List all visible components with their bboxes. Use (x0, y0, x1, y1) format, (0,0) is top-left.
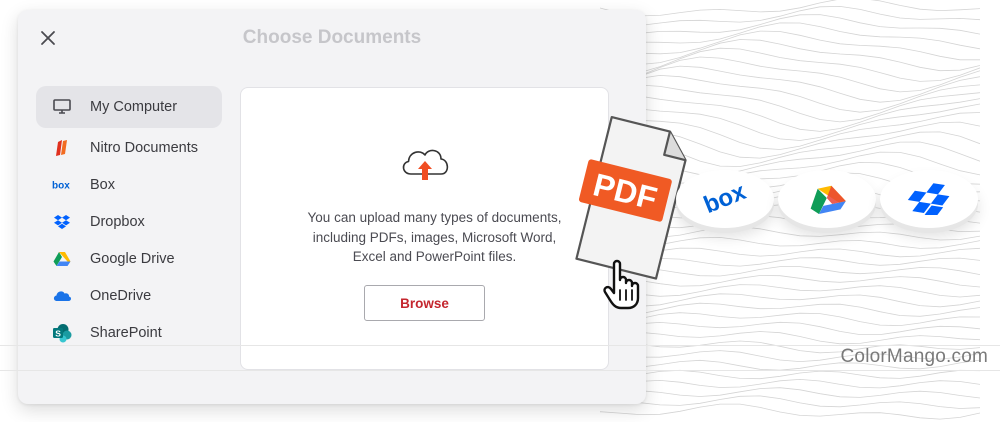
watermark-text: ColorMango.com (840, 346, 988, 367)
google-drive-service-coin (778, 170, 876, 228)
wave-line (600, 14, 980, 37)
wave-line (600, 56, 980, 93)
sidebar-item-label: Box (90, 176, 115, 193)
sidebar-item-box[interactable]: box Box (36, 166, 222, 203)
box-service-coin: box (676, 170, 774, 228)
dropbox-icon (907, 183, 950, 215)
wave-line (600, 39, 980, 72)
wave-line (600, 331, 980, 345)
box-logo-icon: box (52, 175, 72, 195)
box-logo-icon: box (700, 184, 750, 214)
cloud-upload-icon (402, 149, 449, 180)
sidebar-item-onedrive[interactable]: OneDrive (36, 277, 222, 314)
dropbox-icon (52, 212, 72, 232)
dialog-title: Choose Documents (242, 27, 422, 48)
svg-text:box: box (700, 184, 750, 214)
sidebar-item-my-computer[interactable]: My Computer (36, 86, 222, 128)
sidebar-item-dropbox[interactable]: Dropbox (36, 203, 222, 240)
sidebar-item-google-drive[interactable]: Google Drive (36, 240, 222, 277)
sidebar-item-label: Google Drive (90, 250, 175, 267)
source-sidebar: My Computer Nitro Documents box Box Drop… (36, 86, 222, 351)
wave-line (600, 312, 980, 327)
google-drive-icon (52, 249, 72, 269)
google-drive-icon (810, 185, 846, 214)
sidebar-item-nitro-documents[interactable]: Nitro Documents (36, 129, 222, 166)
monitor-icon (52, 97, 72, 117)
sharepoint-icon: S (52, 323, 72, 343)
wave-line (600, 403, 980, 420)
wave-line (600, 65, 980, 103)
wave-line (600, 30, 980, 61)
wave-line (600, 378, 980, 389)
wave-line (600, 22, 980, 50)
sidebar-item-label: Dropbox (90, 213, 145, 230)
sidebar-item-label: SharePoint (90, 324, 162, 341)
sidebar-item-label: OneDrive (90, 287, 152, 304)
sidebar-item-label: Nitro Documents (90, 139, 198, 156)
dialog-header: Choose Documents (18, 10, 646, 66)
onedrive-icon (52, 286, 72, 306)
svg-text:S: S (55, 328, 61, 338)
nitro-icon (52, 138, 72, 158)
wave-line (600, 47, 980, 82)
wave-line (600, 369, 980, 380)
browse-button[interactable]: Browse (364, 285, 485, 321)
dropbox-service-coin (880, 170, 978, 228)
pdf-document-illustration: PDF (575, 115, 687, 310)
sidebar-item-label: My Computer (90, 99, 178, 115)
wave-line (600, 321, 980, 335)
wave-line (600, 395, 980, 409)
wave-line (600, 387, 980, 399)
svg-text:box: box (52, 180, 70, 191)
